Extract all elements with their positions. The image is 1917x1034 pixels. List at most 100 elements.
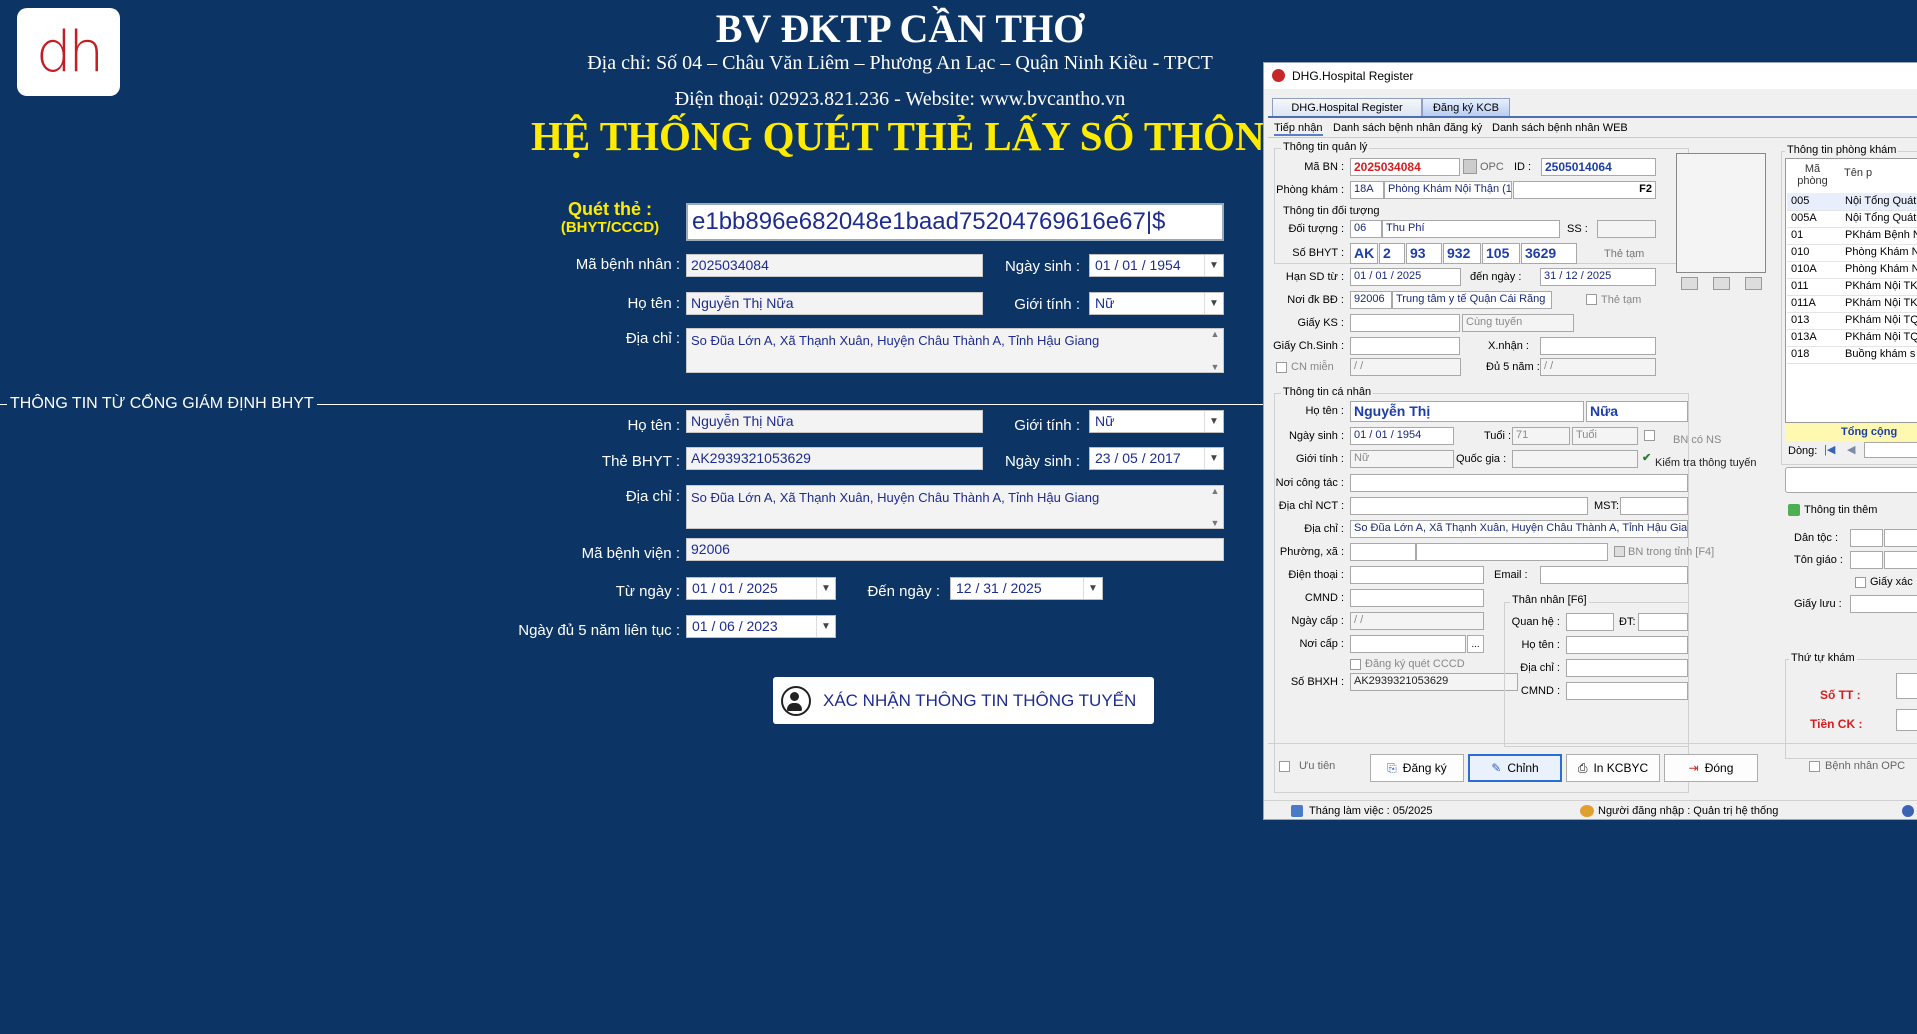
cn-mien-checkbox[interactable] bbox=[1276, 362, 1287, 373]
du5-date[interactable]: / / bbox=[1540, 358, 1656, 376]
scrollbar[interactable]: ▲ ▼ bbox=[1207, 486, 1223, 528]
cmnd-input[interactable] bbox=[1350, 589, 1484, 607]
bhyt-part-2[interactable]: 2 bbox=[1379, 243, 1405, 264]
ngay-sinh-picker[interactable]: 01 / 01 / 1954 ▼ bbox=[1089, 254, 1224, 277]
noi-cap-browse-button[interactable]: ... bbox=[1467, 635, 1484, 653]
tab-hospital-register[interactable]: DHG.Hospital Register bbox=[1272, 98, 1422, 116]
noi-cap-input[interactable] bbox=[1350, 635, 1466, 653]
noi-dk-code[interactable]: 92006 bbox=[1350, 291, 1392, 309]
noi-cong-tac-input[interactable] bbox=[1350, 474, 1688, 492]
chevron-down-icon[interactable]: ▼ bbox=[1204, 293, 1223, 314]
ma-bn-field[interactable]: 2025034084 bbox=[686, 254, 983, 277]
benh-nhan-opc-checkbox[interactable] bbox=[1809, 761, 1820, 772]
uu-tien-checkbox[interactable] bbox=[1279, 761, 1290, 772]
gioi-tinh-select[interactable]: Nữ ▼ bbox=[1089, 292, 1224, 315]
id-input[interactable]: 2505014064 bbox=[1541, 158, 1656, 176]
ma-bn-input[interactable]: 2025034084 bbox=[1350, 158, 1460, 176]
chinh-button[interactable]: ✎ Chỉnh bbox=[1468, 754, 1562, 782]
phong-kham-row[interactable]: 013A PKhám Nội TQ bbox=[1787, 329, 1917, 347]
the-tam-checkbox[interactable] bbox=[1586, 294, 1597, 305]
chevron-down-icon[interactable]: ▼ bbox=[1083, 578, 1102, 599]
phong-kham-row[interactable]: 005A Nội Tổng Quát bbox=[1787, 210, 1917, 228]
phong-kham-action[interactable] bbox=[1785, 467, 1917, 493]
ho-ten-field[interactable]: Nguyễn Thị Nữa bbox=[686, 292, 983, 315]
phong-name-input[interactable]: Phòng Khám Nội Thận (1 bbox=[1384, 181, 1512, 199]
xnhan-input[interactable] bbox=[1540, 337, 1656, 355]
record-index-input[interactable] bbox=[1864, 442, 1917, 458]
dia-chi-nct-input[interactable] bbox=[1350, 497, 1588, 515]
gw-the-bhyt-field[interactable]: AK2939321053629 bbox=[686, 447, 983, 470]
bhyt-part-6[interactable]: 3629 bbox=[1521, 243, 1577, 264]
gw-ngay-sinh-picker[interactable]: 23 / 05 / 2017 ▼ bbox=[1089, 447, 1224, 470]
giay-luu-input[interactable] bbox=[1850, 595, 1917, 613]
bn-trong-tinh-checkbox[interactable] bbox=[1614, 546, 1625, 557]
prev-record-icon[interactable]: ◀ bbox=[1847, 443, 1859, 457]
phong-kham-row[interactable]: 011A PKhám Nội TK bbox=[1787, 295, 1917, 313]
bhyt-part-1[interactable]: AK bbox=[1350, 243, 1378, 264]
cung-tuyen-select[interactable]: Cùng tuyến bbox=[1462, 314, 1574, 332]
dk-cccd-checkbox[interactable] bbox=[1350, 659, 1361, 670]
gw-den-ngay-picker[interactable]: 12 / 31 / 2025 ▼ bbox=[950, 577, 1103, 600]
phong-kham-row[interactable]: 010 Phòng Khám N bbox=[1787, 244, 1917, 262]
dong-button[interactable]: ⇥ Đóng bbox=[1664, 754, 1758, 782]
bn-co-ns-checkbox[interactable] bbox=[1644, 430, 1655, 441]
cn-ten-input[interactable]: Nữa bbox=[1586, 401, 1688, 422]
ton-giao-name[interactable] bbox=[1884, 551, 1917, 569]
than-nhan-dia-chi-input[interactable] bbox=[1566, 659, 1688, 677]
chevron-down-icon[interactable]: ▼ bbox=[816, 616, 835, 637]
giay-ks-input[interactable] bbox=[1350, 314, 1460, 332]
phong-code-input[interactable]: 18A bbox=[1350, 181, 1384, 199]
ngay-cap-picker[interactable]: / / bbox=[1350, 612, 1484, 630]
so-bhxh-input[interactable]: AK2939321053629 bbox=[1350, 673, 1518, 691]
cn-tuoi-input[interactable]: 71 bbox=[1512, 427, 1570, 445]
noi-dk-name[interactable]: Trung tâm y tế Quận Cái Răng bbox=[1392, 291, 1552, 309]
phong-kham-row[interactable]: 011 PKhám Nội TK bbox=[1787, 278, 1917, 296]
bhyt-part-4[interactable]: 932 bbox=[1443, 243, 1481, 264]
kiem-tra-check-icon[interactable]: ✔ bbox=[1642, 451, 1651, 464]
cn-tuoi-unit[interactable]: Tuổi bbox=[1572, 427, 1638, 445]
cn-ngay-sinh-picker[interactable]: 01 / 01 / 1954 bbox=[1350, 427, 1454, 445]
scrollbar[interactable]: ▲ ▼ bbox=[1207, 329, 1223, 372]
phong-kham-row[interactable]: 010A Phòng Khám N bbox=[1787, 261, 1917, 279]
chevron-down-icon[interactable]: ▼ bbox=[1204, 448, 1223, 469]
than-nhan-dt-input[interactable] bbox=[1638, 613, 1688, 631]
cn-gioi-tinh-select[interactable]: Nữ bbox=[1350, 450, 1454, 468]
bhyt-part-3[interactable]: 93 bbox=[1406, 243, 1442, 264]
tab-dang-ky-kcb[interactable]: Đăng ký KCB bbox=[1422, 98, 1510, 116]
chevron-down-icon[interactable]: ▼ bbox=[1204, 255, 1223, 276]
email-input[interactable] bbox=[1540, 566, 1688, 584]
bhyt-part-5[interactable]: 105 bbox=[1482, 243, 1520, 264]
than-nhan-ho-ten-input[interactable] bbox=[1566, 636, 1688, 654]
cn-mien-date[interactable]: / / bbox=[1350, 358, 1461, 376]
upload-icon[interactable] bbox=[1713, 277, 1730, 290]
phong-kham-row[interactable]: 018 Buồng khám s bbox=[1787, 346, 1917, 364]
subtab-tiep-nhan[interactable]: Tiếp nhận bbox=[1274, 122, 1323, 136]
cn-ho-input[interactable]: Nguyễn Thị bbox=[1350, 401, 1584, 422]
dien-thoai-input[interactable] bbox=[1350, 566, 1484, 584]
first-record-icon[interactable]: |◀ bbox=[1824, 443, 1844, 457]
phuong-xa-code[interactable] bbox=[1350, 543, 1416, 561]
subtab-ds-dang-ky[interactable]: Danh sách bệnh nhân đăng ký bbox=[1333, 122, 1482, 134]
phuong-xa-name[interactable] bbox=[1416, 543, 1608, 561]
ton-giao-code[interactable] bbox=[1850, 551, 1883, 569]
gw-tu-ngay-picker[interactable]: 01 / 01 / 2025 ▼ bbox=[686, 577, 836, 600]
doi-tuong-code[interactable]: 06 bbox=[1350, 220, 1382, 238]
quoc-gia-select[interactable] bbox=[1512, 450, 1638, 468]
giay-chsinh-input[interactable] bbox=[1350, 337, 1460, 355]
quan-he-input[interactable] bbox=[1566, 613, 1614, 631]
dia-chi-field[interactable]: So Đũa Lớn A, Xã Thạnh Xuân, Huyện Châu … bbox=[686, 328, 1224, 373]
phong-kham-row[interactable]: 005 Nội Tổng Quát bbox=[1787, 193, 1917, 211]
gw-ma-bv-field[interactable]: 92006 bbox=[686, 538, 1224, 561]
gw-ho-ten-field[interactable]: Nguyễn Thị Nữa bbox=[686, 410, 983, 433]
gw-du5-picker[interactable]: 01 / 06 / 2023 ▼ bbox=[686, 615, 836, 638]
giay-xac-checkbox[interactable] bbox=[1855, 577, 1866, 588]
han-den-picker[interactable]: 31 / 12 / 2025 bbox=[1540, 268, 1656, 286]
phong-kham-row[interactable]: 013 PKhám Nội TQ bbox=[1787, 312, 1917, 330]
than-nhan-cmnd-input[interactable] bbox=[1566, 682, 1688, 700]
tab-thong-tin-them[interactable]: Thông tin thêm bbox=[1804, 504, 1877, 516]
so-tt-input[interactable] bbox=[1896, 673, 1917, 699]
mst-input[interactable] bbox=[1620, 497, 1688, 515]
search-patient-icon[interactable] bbox=[1463, 159, 1477, 174]
han-tu-picker[interactable]: 01 / 01 / 2025 bbox=[1350, 268, 1461, 286]
confirm-button[interactable]: XÁC NHẬN THÔNG TIN THÔNG TUYẾN bbox=[773, 677, 1154, 724]
